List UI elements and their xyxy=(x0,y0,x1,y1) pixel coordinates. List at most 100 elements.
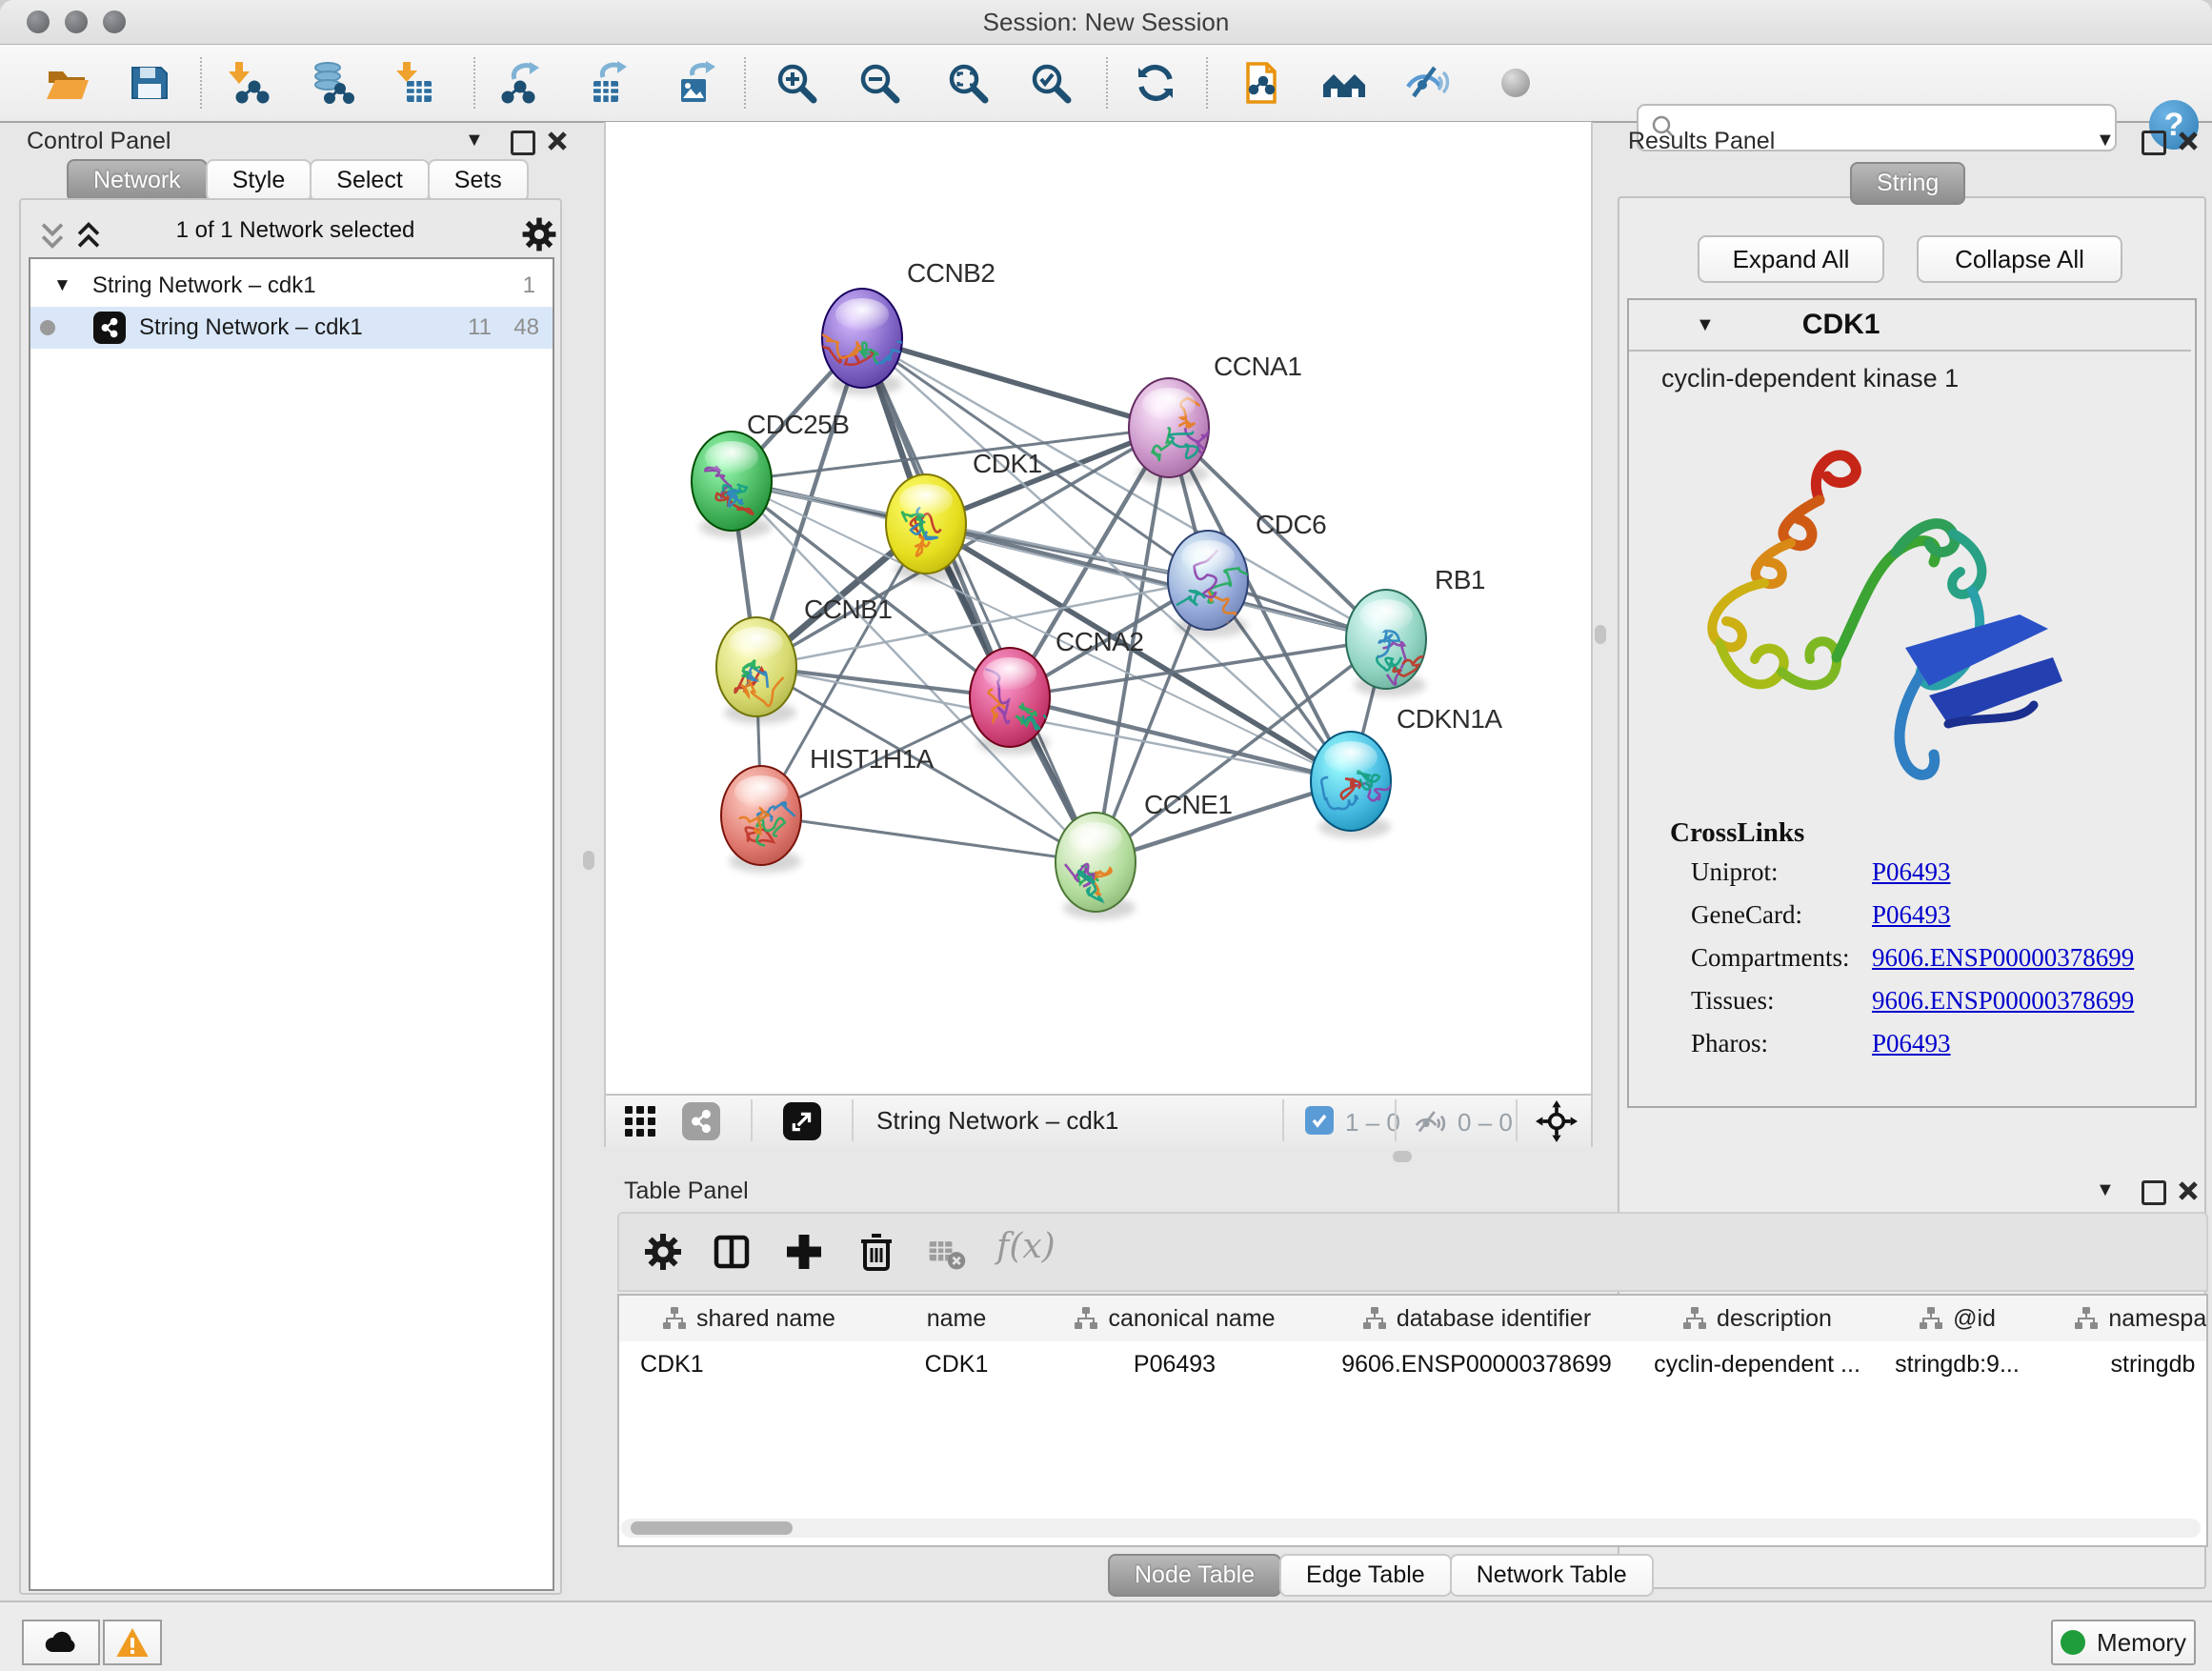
column-header-namespace[interactable]: namespace xyxy=(2039,1296,2208,1341)
zoom-fit-icon[interactable] xyxy=(945,60,991,106)
collapse-all-icon[interactable] xyxy=(36,219,69,252)
tab-network-table[interactable]: Network Table xyxy=(1450,1554,1654,1597)
table-cell[interactable]: CDK1 xyxy=(619,1343,899,1385)
network-node[interactable] xyxy=(692,432,772,531)
table-panel-menu-icon[interactable]: ▼ xyxy=(2096,1179,2115,1201)
crosslink-label: Pharos: xyxy=(1691,1029,1872,1072)
fit-content-crosshair-icon[interactable] xyxy=(1536,1100,1578,1142)
grid-view-icon[interactable] xyxy=(623,1104,657,1138)
table-cell[interactable]: 9606.ENSP00000378699 xyxy=(1315,1343,1639,1385)
hidden-elements-icon[interactable] xyxy=(1412,1104,1448,1140)
zoom-in-icon[interactable] xyxy=(774,60,819,106)
birds-eye-view-icon[interactable] xyxy=(783,1102,821,1140)
scrollbar-thumb[interactable] xyxy=(631,1521,793,1535)
column-header-canonical-name[interactable]: canonical name xyxy=(1035,1296,1317,1341)
selected-nodes-checkbox[interactable] xyxy=(1305,1106,1334,1135)
table-cell[interactable]: stringdb xyxy=(2039,1343,2208,1385)
home-view-icon[interactable] xyxy=(1321,60,1367,106)
network-node[interactable] xyxy=(721,766,801,865)
tab-style[interactable]: Style xyxy=(206,159,312,202)
column-header--id[interactable]: @id xyxy=(1876,1296,2041,1341)
table-options-gear-icon[interactable] xyxy=(640,1229,686,1275)
column-header-shared-name[interactable]: shared name xyxy=(619,1296,880,1341)
export-image-icon[interactable] xyxy=(674,60,719,106)
collection-label: String Network – cdk1 xyxy=(92,272,316,299)
app-window: Session: New Session xyxy=(0,0,2212,1671)
network-options-gear-icon[interactable] xyxy=(518,213,560,255)
function-builder-icon: f(x) xyxy=(996,1227,1056,1266)
cloud-button[interactable] xyxy=(22,1620,100,1665)
delete-column-icon[interactable] xyxy=(854,1229,899,1275)
network-share-view-icon[interactable] xyxy=(682,1102,720,1140)
table-horizontal-scrollbar[interactable] xyxy=(621,1519,2201,1538)
column-header-name[interactable]: name xyxy=(878,1296,1036,1341)
import-network-database-icon[interactable] xyxy=(309,60,354,106)
table-panel-float-icon[interactable] xyxy=(2142,1180,2166,1205)
network-edge[interactable] xyxy=(862,338,1169,428)
table-cell[interactable]: CDK1 xyxy=(878,1343,1035,1385)
results-panel-float-icon[interactable] xyxy=(2142,131,2166,155)
import-table-icon[interactable] xyxy=(392,60,437,106)
import-network-file-icon[interactable] xyxy=(224,60,270,106)
control-panel-menu-icon[interactable]: ▼ xyxy=(465,130,484,151)
collection-expand-icon[interactable]: ▼ xyxy=(53,275,71,296)
results-entry-header[interactable]: ▼ CDK1 xyxy=(1629,300,2191,352)
memory-button[interactable]: Memory xyxy=(2051,1620,2196,1665)
column-header-description[interactable]: description xyxy=(1639,1296,1878,1341)
results-panel-menu-icon[interactable]: ▼ xyxy=(2096,130,2115,151)
tab-string[interactable]: String xyxy=(1850,162,1965,205)
expand-all-button[interactable]: Expand All xyxy=(1698,235,1884,283)
export-network-icon[interactable] xyxy=(497,60,543,106)
table-cell[interactable]: stringdb:9... xyxy=(1876,1343,2039,1385)
network-canvas[interactable]: CCNB2CCNA1CDC25BCDK1CDC6RB1CCNB1CCNA2CDK… xyxy=(604,122,1593,1094)
crosslink-link[interactable]: P06493 xyxy=(1872,857,1951,900)
network-row[interactable]: String Network – cdk1 11 48 xyxy=(30,307,553,349)
tab-network[interactable]: Network xyxy=(67,159,208,202)
hide-unhide-icon[interactable] xyxy=(1404,60,1450,106)
save-session-icon[interactable] xyxy=(127,60,172,106)
export-table-icon[interactable] xyxy=(586,60,632,106)
tab-select[interactable]: Select xyxy=(310,159,429,202)
network-node[interactable] xyxy=(1346,590,1429,689)
tab-sets[interactable]: Sets xyxy=(428,159,529,202)
crosslink-link[interactable]: P06493 xyxy=(1872,900,1951,943)
control-panel-close-icon[interactable] xyxy=(547,131,568,151)
network-node[interactable] xyxy=(886,474,966,574)
network-document-icon[interactable] xyxy=(1238,60,1284,106)
entry-collapse-icon[interactable]: ▼ xyxy=(1696,314,1715,336)
network-node[interactable] xyxy=(970,648,1050,747)
refresh-icon[interactable] xyxy=(1133,60,1178,106)
show-columns-icon[interactable] xyxy=(709,1229,754,1275)
network-collection-row[interactable]: ▼ String Network – cdk1 1 xyxy=(30,265,553,307)
network-node[interactable] xyxy=(1056,813,1136,912)
node-label: RB1 xyxy=(1435,565,1485,594)
table-cell[interactable]: cyclin-dependent ... xyxy=(1639,1343,1876,1385)
horizontal-splitter-handle[interactable] xyxy=(1393,1151,1412,1162)
table-panel-close-icon[interactable] xyxy=(2178,1180,2199,1201)
crosslink-link[interactable]: 9606.ENSP00000378699 xyxy=(1872,986,2134,1029)
warnings-button[interactable] xyxy=(103,1620,162,1665)
network-node[interactable] xyxy=(716,617,796,716)
zoom-selected-icon[interactable] xyxy=(1028,60,1074,106)
node-table[interactable]: shared namenamecanonical namedatabase id… xyxy=(617,1294,2208,1547)
control-panel-float-icon[interactable] xyxy=(511,131,535,155)
add-column-icon[interactable] xyxy=(781,1229,827,1275)
column-header-database-identifier[interactable]: database identifier xyxy=(1315,1296,1640,1341)
open-session-icon[interactable] xyxy=(44,60,90,106)
network-edge[interactable] xyxy=(761,815,1096,862)
expand-all-icon[interactable] xyxy=(72,219,105,252)
toolbar-separator xyxy=(744,57,746,109)
vertical-splitter-handle[interactable] xyxy=(1595,625,1606,644)
collapse-all-button[interactable]: Collapse All xyxy=(1917,235,2122,283)
tab-edge-table[interactable]: Edge Table xyxy=(1279,1554,1452,1597)
tab-node-table[interactable]: Node Table xyxy=(1108,1554,1281,1597)
crosslink-link[interactable]: 9606.ENSP00000378699 xyxy=(1872,943,2134,986)
network-node[interactable] xyxy=(1311,732,1393,831)
results-panel-close-icon[interactable] xyxy=(2178,131,2199,151)
table-cell[interactable]: P06493 xyxy=(1035,1343,1315,1385)
crosslink-link[interactable]: P06493 xyxy=(1872,1029,1951,1072)
vertical-splitter-handle[interactable] xyxy=(583,851,594,870)
zoom-out-icon[interactable] xyxy=(856,60,902,106)
network-node[interactable] xyxy=(1129,378,1213,477)
crosslink-row: Pharos:P06493 xyxy=(1691,1029,2186,1072)
